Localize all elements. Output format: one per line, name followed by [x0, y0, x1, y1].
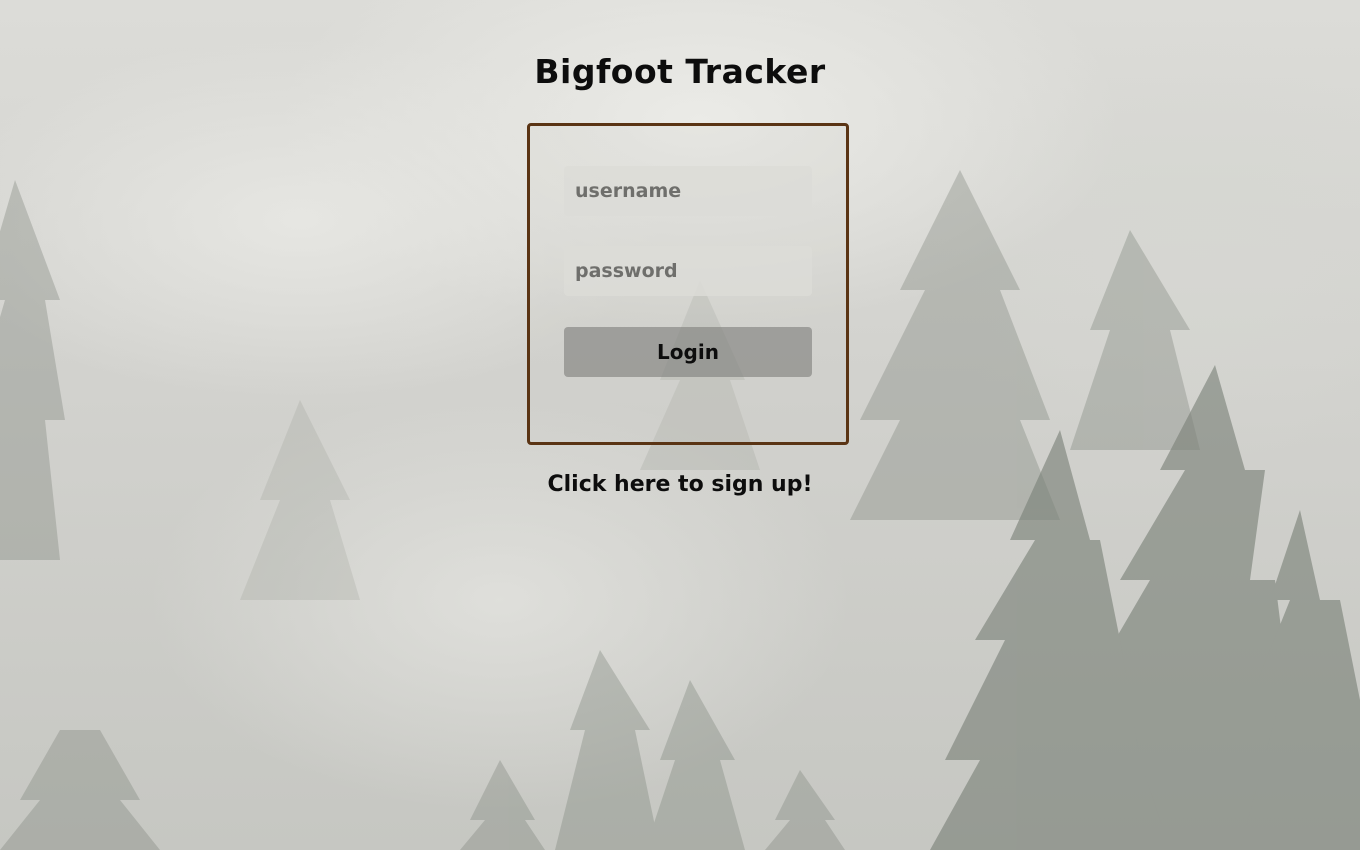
signup-link-container: Click here to sign up! — [0, 472, 1360, 497]
login-button[interactable]: Login — [564, 327, 812, 377]
password-input[interactable] — [564, 246, 812, 296]
signup-link[interactable]: Click here to sign up! — [547, 472, 812, 497]
username-input[interactable] — [564, 166, 812, 216]
page-title: Bigfoot Tracker — [534, 52, 826, 91]
login-form: Login — [527, 123, 849, 445]
